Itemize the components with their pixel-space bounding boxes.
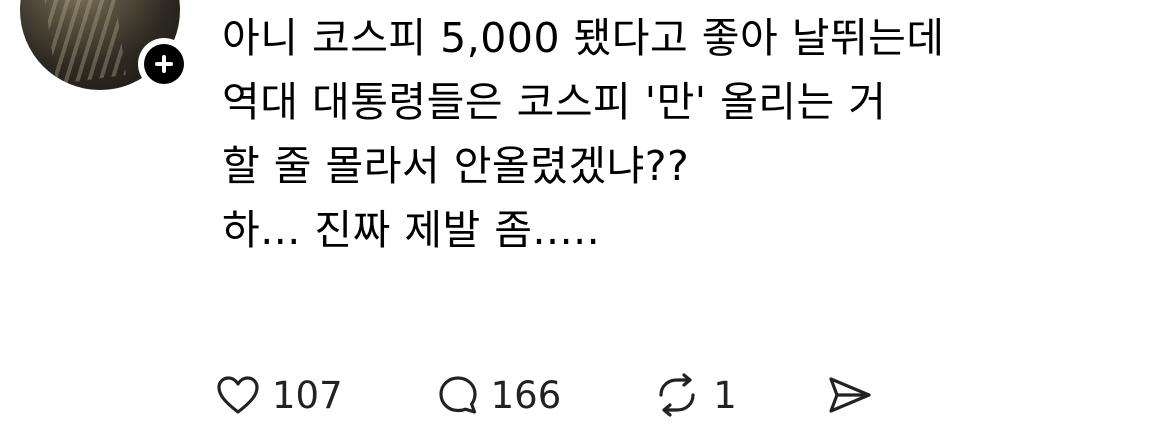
reply-button[interactable]: 166	[437, 373, 562, 417]
follow-button[interactable]	[138, 38, 190, 90]
plus-icon	[144, 44, 184, 84]
post-actions: 107 166 1	[216, 360, 873, 430]
post-text-line: 역대 대통령들은 코스피 '만' 올리는 거	[222, 78, 887, 126]
thread-post: 아니 코스피 5,000 됐다고 좋아 날뛰는데 역대 대통령들은 코스피 '만…	[0, 0, 1170, 448]
like-count: 107	[272, 373, 343, 417]
repost-icon	[653, 373, 701, 417]
repost-button[interactable]: 1	[653, 373, 737, 417]
post-text-line: 할 줄 몰라서 안올렸겠냐??	[222, 142, 690, 190]
post-text-line: 아니 코스피 5,000 됐다고 좋아 날뛰는데	[222, 14, 945, 62]
like-button[interactable]: 107	[216, 374, 343, 417]
repost-count: 1	[713, 373, 737, 417]
post-text-line: 하... 진짜 제발 좀.....	[222, 206, 601, 254]
send-icon	[827, 375, 873, 415]
reply-count: 166	[490, 373, 562, 417]
author-avatar-group[interactable]	[20, 0, 190, 90]
speech-bubble-icon	[437, 374, 479, 416]
share-button[interactable]	[827, 375, 873, 415]
post-body: 아니 코스피 5,000 됐다고 좋아 날뛰는데 역대 대통령들은 코스피 '만…	[222, 6, 1142, 262]
heart-icon	[216, 375, 260, 415]
